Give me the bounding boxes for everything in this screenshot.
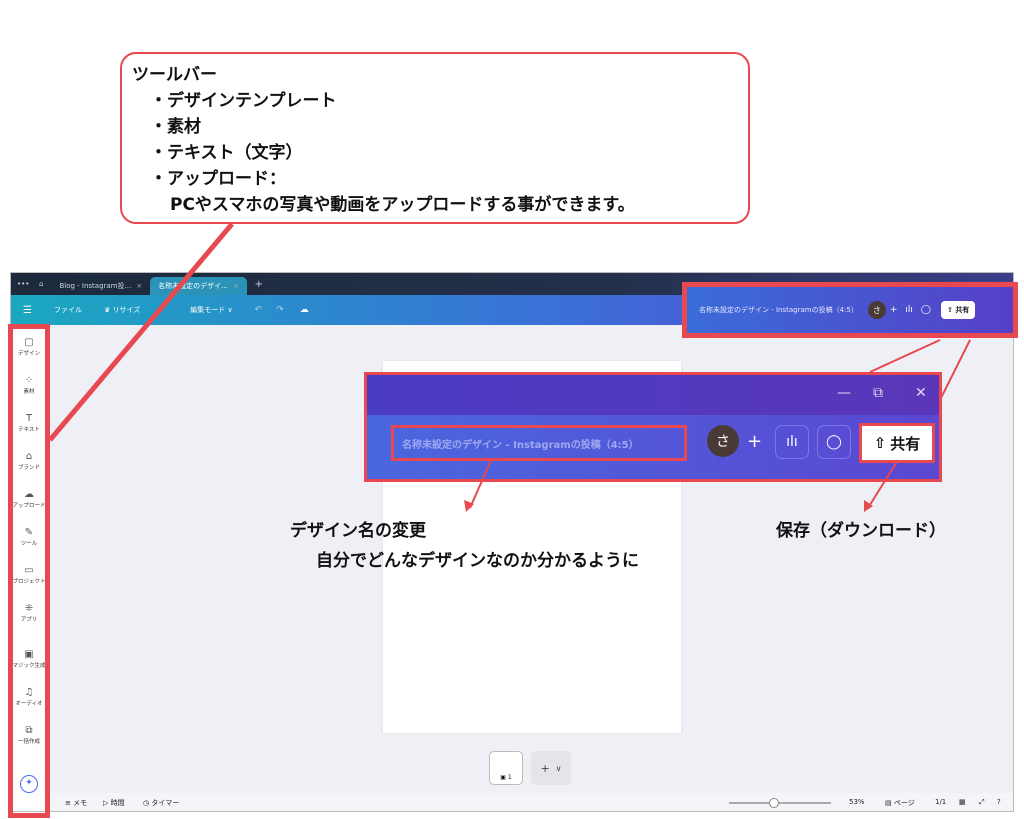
rename-annotation-title: デザイン名の変更 [290,521,426,541]
memo-icon: ≡ [65,799,74,807]
page-thumbnail[interactable]: ▣ 1 [489,751,523,785]
share-label: 共有 [890,434,921,453]
memo-label: メモ [73,799,88,807]
time-button[interactable]: ▷ 時間 [103,798,125,808]
share-icon: ⇧ [873,434,887,452]
callout-item: ・アップロード： [150,169,286,189]
callout-item: ・テキスト（文字） [150,143,303,163]
undo-icon[interactable]: ↶ [255,305,263,315]
play-icon: ▷ [103,799,111,807]
toolbar-callout: ツールバー ・デザインテンプレート ・素材 ・テキスト（文字） ・アップロード：… [120,52,750,224]
share-label: 共有 [955,306,970,314]
new-tab-icon[interactable]: + [255,279,263,290]
zoom-slider-handle[interactable] [769,798,779,808]
close-icon[interactable]: × [136,282,142,290]
chart-icon: ılı [786,434,798,450]
editor-screenshot: ••• ⌂ Blog - Instagram投... × 名称未設定のデザイ..… [10,272,1014,812]
browser-tab-blog[interactable]: Blog - Instagram投... × [51,277,150,295]
chevron-down-icon: ∨ [555,763,562,773]
insights-button[interactable]: ılı [775,425,809,459]
memo-button[interactable]: ≡ メモ [65,798,87,808]
close-icon[interactable]: × [233,282,239,290]
time-label: 時間 [110,799,125,807]
comment-button[interactable]: ◯ [817,425,851,459]
redo-icon[interactable]: ↷ [276,305,284,315]
comment-icon[interactable]: ◯ [921,305,931,315]
timer-button[interactable]: ◷ タイマー [143,798,179,808]
close-icon[interactable]: ✕ [915,385,927,401]
add-page-button[interactable]: + ∨ [531,751,571,785]
share-button[interactable]: ⇧ 共有 [859,423,935,463]
timer-label: タイマー [151,799,180,807]
zoom-level[interactable]: 53% [849,798,865,806]
avatar[interactable]: さ [707,425,739,457]
plus-icon[interactable]: + [747,431,762,452]
browser-tab-design[interactable]: 名称未設定のデザイ... × [150,277,247,295]
zoom-slider[interactable] [729,802,831,804]
page-count: 1/1 [935,798,947,806]
edit-mode-dropdown[interactable]: 編集モード ∨ [190,305,232,315]
tab-label: 名称未設定のデザイ... [158,282,228,290]
cloud-save-icon[interactable]: ☁ [300,305,309,315]
fullscreen-icon[interactable]: ⤢ [979,798,985,807]
more-icon[interactable]: ••• [17,280,39,288]
help-icon[interactable]: ? [997,798,1001,806]
callout-detail: PCやスマホの写真や動画をアップロードする事ができます。 [170,195,635,215]
design-title-input[interactable]: 名称未設定のデザイン - Instagramの投稿（4:5） [391,425,687,461]
inset-window-bar: — ⧉ ✕ [367,375,939,415]
share-button[interactable]: ⇧ 共有 [941,301,976,319]
header-zoom-inset: — ⧉ ✕ 名称未設定のデザイン - Instagramの投稿（4:5） さ +… [364,372,942,482]
bottom-bar: ≡ メモ ▷ 時間 ◷ タイマー 53% ▤ ページ 1/1 ▦ ⤢ ? [47,793,1013,811]
page-icon: ▤ [885,799,894,807]
grid-icon[interactable]: ▦ [959,798,966,806]
sidebar-highlight [8,324,50,818]
rename-annotation-desc: 自分でどんなデザインなのか分かるように [316,551,639,571]
page-label: ページ [893,799,915,807]
page-view-button[interactable]: ▤ ページ [885,798,915,808]
callout-item: ・デザインテンプレート [150,91,337,111]
callout-title: ツールバー [132,65,217,85]
comment-icon: ◯ [826,434,842,450]
header-right-highlight: 名称未設定のデザイン - Instagramの投稿（4:5） さ + ılı ◯… [682,282,1018,338]
minimize-icon[interactable]: — [837,385,851,401]
restore-icon[interactable]: ⧉ [873,385,883,401]
plus-icon[interactable]: + [890,305,898,315]
chart-icon[interactable]: ılı [905,305,913,315]
menu-icon[interactable]: ☰ [23,305,32,316]
plus-icon: + [540,761,550,775]
home-icon[interactable]: ⌂ [39,280,43,288]
avatar[interactable]: さ [867,301,886,319]
file-menu[interactable]: ファイル [54,305,82,315]
save-annotation: 保存（ダウンロード） [776,521,946,541]
callout-item: ・素材 [150,117,201,137]
resize-button[interactable]: ♛ リサイズ [104,305,140,315]
page-thumb-label: ▣ 1 [500,774,512,781]
design-title-small[interactable]: 名称未設定のデザイン - Instagramの投稿（4:5） [699,305,858,315]
tab-label: Blog - Instagram投... [59,282,132,290]
